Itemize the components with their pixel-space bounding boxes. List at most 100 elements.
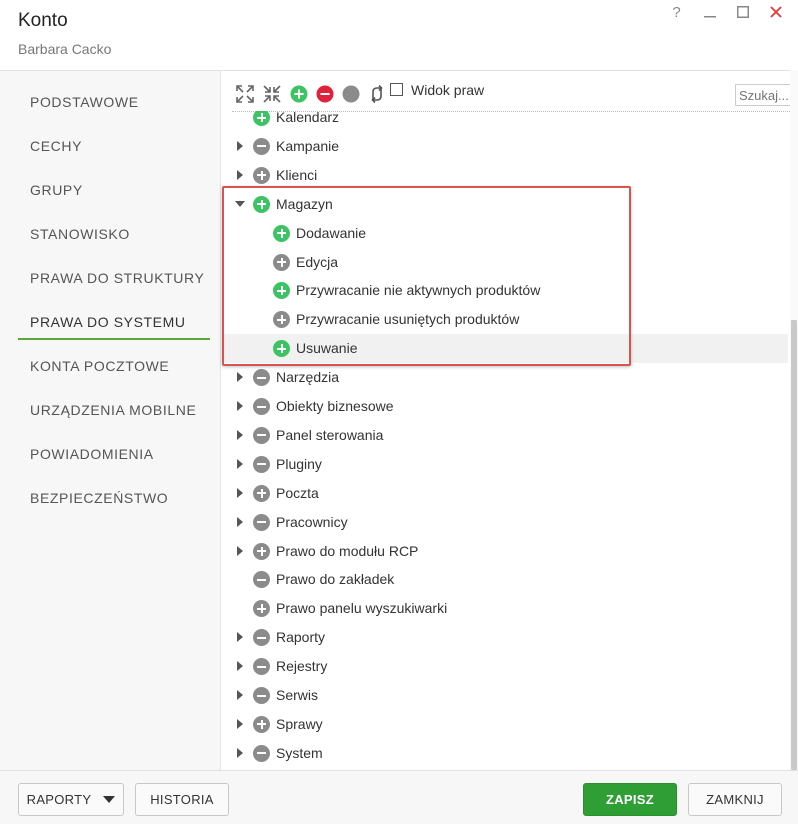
permission-plus-icon[interactable] [253, 111, 270, 126]
permission-plus-icon[interactable] [253, 195, 270, 213]
caret-right-icon[interactable] [235, 690, 245, 700]
collapse-all-button[interactable] [262, 84, 282, 104]
sidebar-item[interactable]: PODSTAWOWE [18, 82, 210, 120]
chevron-down-icon [103, 796, 116, 803]
tree-row[interactable]: Usuwanie [222, 334, 788, 364]
permission-plus-icon[interactable] [273, 340, 290, 358]
neutral-icon [342, 85, 360, 103]
tree-row[interactable]: Prawo do zakładek [222, 565, 788, 594]
tree-row[interactable]: Kampanie [222, 132, 788, 161]
caret-right-icon[interactable] [235, 661, 245, 672]
tree-row-label: Przywracanie nie aktywnych produktów [296, 282, 541, 299]
tree-row-label: Prawo panelu wyszukiwarki [276, 600, 448, 617]
sidebar-item[interactable]: CECHY [18, 126, 210, 164]
sidebar-item[interactable]: GRUPY [18, 170, 210, 208]
caret-right-icon[interactable] [235, 487, 245, 498]
caret-right-icon[interactable] [235, 545, 245, 556]
permission-minus-icon[interactable] [253, 398, 270, 415]
close-button[interactable] [759, 2, 792, 22]
permission-minus-icon[interactable] [253, 744, 270, 762]
permission-minus-icon[interactable] [253, 455, 270, 473]
tree-row[interactable]: Przywracanie nie aktywnych produktów [222, 276, 788, 305]
sidebar-item[interactable]: PRAWA DO SYSTEMU [18, 302, 210, 340]
revoke-all-button[interactable] [315, 84, 335, 104]
permission-minus-icon[interactable] [253, 426, 270, 444]
tree-row[interactable]: Klienci [222, 161, 788, 190]
tree-row[interactable]: Pluginy [222, 450, 788, 479]
caret-right-icon[interactable] [235, 169, 245, 180]
caret-right-icon[interactable] [235, 747, 245, 758]
tree-scrollbar[interactable] [790, 70, 798, 770]
tree-row[interactable]: Kalendarz [222, 111, 788, 132]
tree-row[interactable]: Edycja [222, 248, 788, 277]
permission-plus-icon[interactable] [273, 224, 290, 242]
sidebar-item[interactable]: PRAWA DO STRUKTURY [18, 258, 210, 296]
permission-minus-icon[interactable] [253, 137, 270, 155]
minimize-button[interactable] [693, 2, 726, 22]
caret-right-icon[interactable] [235, 458, 245, 469]
tree-row-label: Kampanie [276, 137, 340, 154]
sidebar-item[interactable]: POWIADOMIENIA [18, 434, 210, 472]
permission-minus-icon[interactable] [253, 513, 270, 531]
close-dialog-button[interactable]: ZAMKNIJ [688, 783, 782, 816]
tree-row[interactable]: Narzędzia [222, 363, 788, 392]
tree-row-label: Usuwanie [296, 340, 358, 357]
scrollbar-thumb[interactable] [791, 320, 797, 770]
permission-minus-icon[interactable] [253, 369, 270, 387]
permission-plus-icon[interactable] [253, 484, 270, 502]
permission-minus-icon[interactable] [253, 629, 270, 647]
tree-row-label: Obiekty biznesowe [276, 398, 394, 414]
tree-row[interactable]: Poczta [222, 479, 788, 508]
caret-right-icon[interactable] [235, 516, 245, 527]
permission-plus-icon[interactable] [253, 542, 270, 560]
view-permissions-checkbox[interactable] [390, 83, 403, 96]
permission-plus-icon[interactable] [253, 166, 270, 184]
permission-plus-icon[interactable] [273, 253, 290, 271]
caret-right-icon[interactable] [235, 632, 245, 643]
tree-row[interactable]: Prawo panelu wyszukiwarki [222, 594, 788, 623]
sidebar-item[interactable]: KONTA POCZTOWE [18, 346, 210, 384]
close-icon [769, 6, 782, 18]
caret-right-icon[interactable] [235, 718, 245, 729]
caret-right-icon[interactable] [235, 429, 245, 440]
neutral-button[interactable] [341, 84, 361, 104]
tree-row-label: Pluginy [276, 455, 322, 472]
tree-row[interactable]: Raporty [222, 623, 788, 652]
permission-minus-icon[interactable] [253, 687, 270, 704]
tree-row[interactable]: Przywracanie usuniętych produktów [222, 305, 788, 334]
tree-row[interactable]: Rejestry [222, 652, 788, 681]
permission-plus-icon[interactable] [253, 715, 270, 733]
grant-all-button[interactable] [289, 84, 309, 104]
permission-minus-icon[interactable] [253, 571, 270, 589]
help-button[interactable]: ? [660, 2, 693, 22]
sidebar-item[interactable]: STANOWISKO [18, 214, 210, 252]
permission-plus-icon[interactable] [273, 311, 290, 329]
permission-plus-icon[interactable] [273, 282, 290, 300]
sidebar-item[interactable]: BEZPIECZEŃSTWO [18, 478, 210, 516]
tree-row[interactable]: Magazyn [222, 190, 788, 219]
history-button[interactable]: HISTORIA [135, 783, 229, 816]
tree-row[interactable]: Dodawanie [222, 219, 788, 248]
tree-row[interactable]: Serwis [222, 681, 788, 710]
caret-right-icon[interactable] [235, 372, 245, 383]
search-input[interactable] [735, 84, 792, 106]
permission-plus-icon[interactable] [253, 600, 270, 618]
tree-row[interactable]: Sprawy [222, 710, 788, 739]
save-button[interactable]: ZAPISZ [583, 783, 677, 816]
sidebar-item[interactable]: URZĄDZENIA MOBILNE [18, 390, 210, 428]
main-area: PODSTAWOWE CECHY GRUPY STANOWISKO PRAWA DO S… [0, 70, 798, 771]
expand-all-icon [236, 85, 254, 103]
tree-row[interactable]: System [222, 739, 788, 768]
tree-row[interactable]: Panel sterowania [222, 421, 788, 450]
caret-right-icon[interactable] [235, 140, 245, 151]
tree-row[interactable]: Obiekty biznesowe [222, 392, 788, 421]
tree-row[interactable]: Pracownicy [222, 508, 788, 537]
maximize-button[interactable] [726, 2, 759, 22]
permission-minus-icon[interactable] [253, 658, 270, 676]
caret-right-icon[interactable] [235, 401, 245, 411]
expand-all-button[interactable] [235, 84, 255, 104]
reports-dropdown-button[interactable]: RAPORTY [18, 783, 124, 816]
tree-row[interactable]: Prawo do modułu RCP [222, 537, 788, 566]
refresh-button[interactable] [367, 84, 387, 104]
caret-down-icon[interactable] [235, 199, 245, 209]
